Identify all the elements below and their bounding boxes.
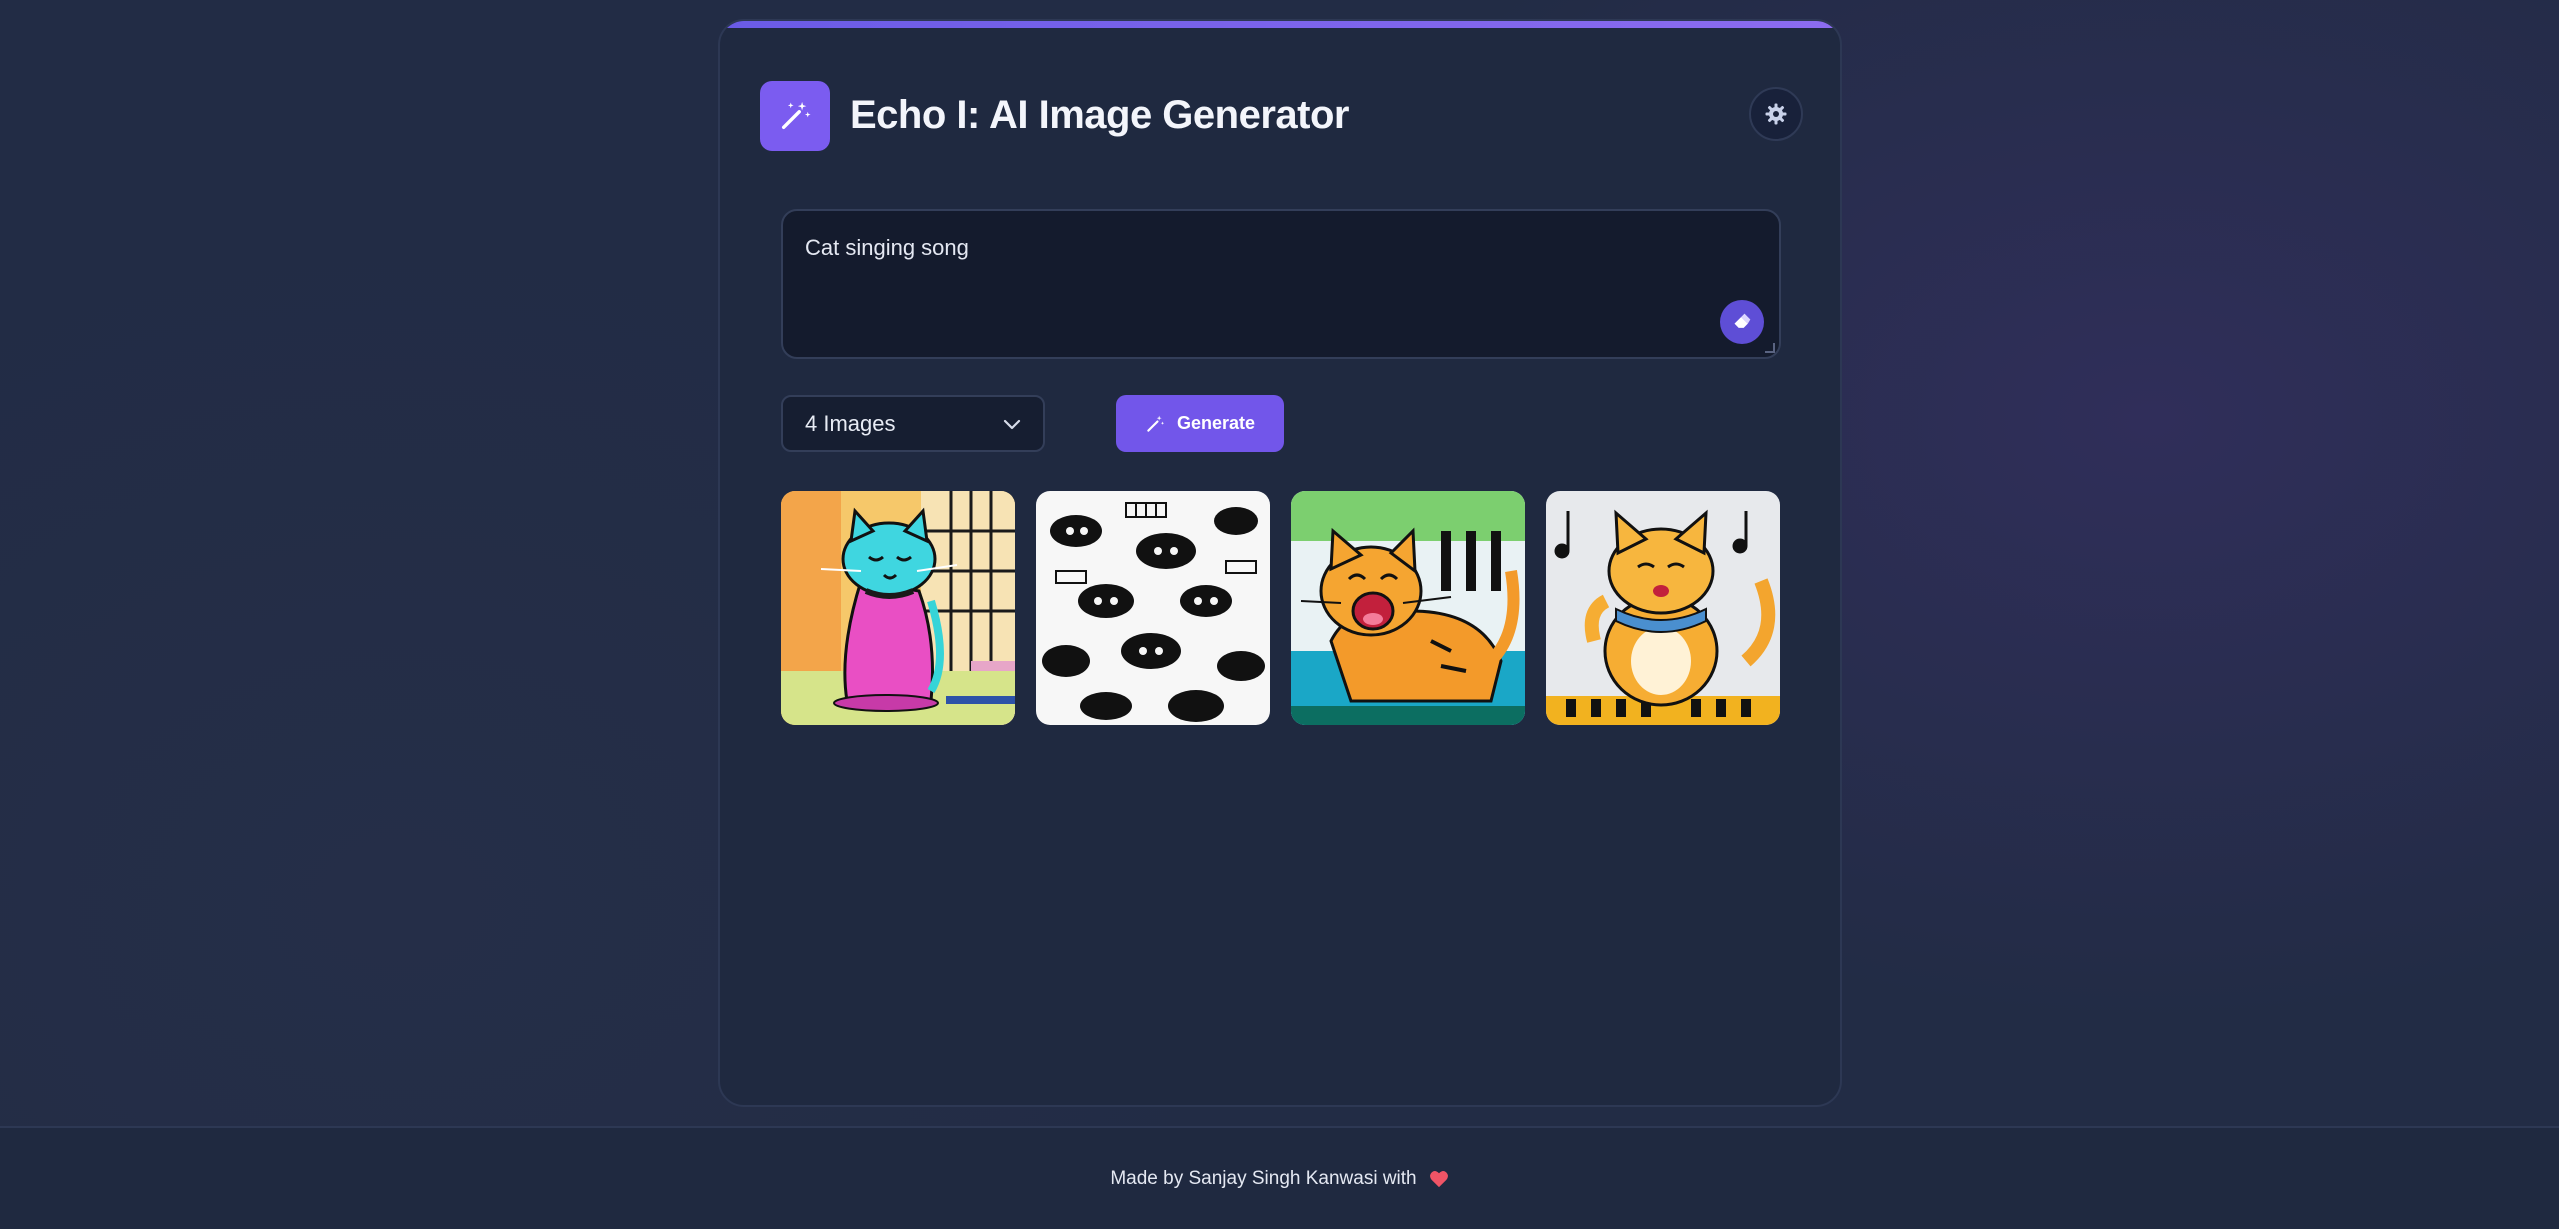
image-count-select[interactable]: 4 Images [781,395,1045,452]
generated-image-2[interactable] [1036,491,1270,725]
gear-icon [1765,103,1787,125]
magic-wand-icon [781,101,811,130]
textarea-resize-handle[interactable] [1765,343,1775,353]
eraser-icon [1734,313,1751,328]
prompt-box [781,209,1781,359]
cat-illustration-4 [1546,491,1780,725]
cat-pattern-illustration [1036,491,1270,725]
generate-button[interactable]: Generate [1116,395,1284,452]
cat-illustration-3 [1291,491,1525,725]
heart-icon [1429,1170,1448,1187]
generated-image-3[interactable] [1291,491,1525,725]
card-accent-bar [720,21,1840,28]
magic-wand-icon [1147,415,1165,432]
prompt-input[interactable] [805,235,1705,295]
theme-settings-button[interactable] [1749,87,1803,141]
main-card: Echo I: AI Image Generator Cat singing s… [718,19,1842,1107]
generate-label: Generate [1176,413,1256,433]
logo [760,81,830,151]
footer-credit: Made by Sanjay Singh Kanwasi with [1110,1167,1417,1189]
image-count-value: 4 Images [805,410,896,436]
generated-image-4[interactable] [1546,491,1780,725]
clear-prompt-button[interactable] [1720,300,1764,344]
footer: Made by Sanjay Singh Kanwasi with [0,1126,2559,1229]
chevron-down-icon [1003,419,1021,429]
page-title: Echo I: AI Image Generator [850,93,1349,137]
image-gallery [781,491,1781,725]
generated-image-1[interactable] [781,491,1015,725]
cat-illustration-1 [781,491,1015,725]
